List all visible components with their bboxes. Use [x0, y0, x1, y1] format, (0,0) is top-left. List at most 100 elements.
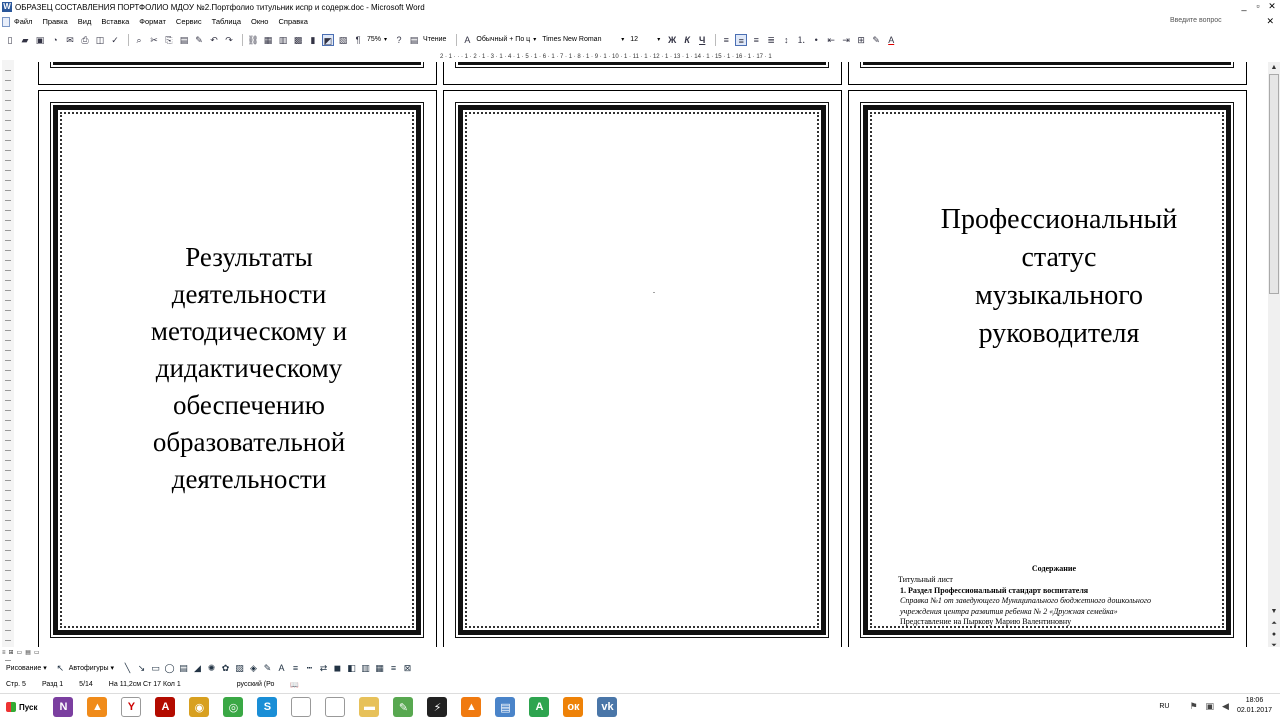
notes-icon[interactable]: ▤ [495, 697, 516, 717]
scroll-down-icon[interactable]: ▼ [1268, 606, 1280, 617]
reading-layout-icon[interactable]: ▤ [408, 34, 420, 46]
tables-borders-icon[interactable]: ▦ [262, 34, 274, 46]
menu-table[interactable]: Таблица [212, 17, 241, 26]
spelling-icon[interactable]: ✓ [109, 34, 121, 46]
arrow-icon[interactable]: ↘ [136, 663, 147, 674]
clipart-icon[interactable]: ✿ [220, 663, 231, 674]
align-objects-icon[interactable]: ≡ [388, 663, 399, 674]
avast-icon[interactable]: ▲ [87, 697, 108, 717]
network-icon[interactable]: ▣ [1206, 701, 1215, 712]
line-color-icon[interactable]: ✎ [262, 663, 273, 674]
textbox-link-icon[interactable]: ▥ [360, 663, 371, 674]
line-icon[interactable]: ╲ [122, 663, 133, 674]
help-search-input[interactable]: Введите вопрос [1170, 17, 1222, 24]
clock[interactable]: 18:06 02.01.2017 [1237, 696, 1272, 716]
font-color-icon[interactable]: A [276, 663, 287, 674]
email-icon[interactable]: ✉ [64, 34, 76, 46]
onenote-icon[interactable]: N [53, 697, 74, 717]
line-spacing-icon[interactable]: ↕ [780, 34, 792, 46]
wordart-icon[interactable]: ◢ [192, 663, 203, 674]
hyperlink-icon[interactable]: ⛓ [247, 34, 259, 46]
media-icon[interactable]: ◉ [189, 697, 210, 717]
shadow-icon[interactable]: ◼ [332, 663, 343, 674]
minimize-icon[interactable]: _ [1238, 1, 1250, 12]
web-view-icon[interactable]: ⊞ [9, 649, 14, 656]
styles-icon[interactable]: A [461, 34, 473, 46]
reading-view-icon[interactable]: ▭ [34, 649, 40, 656]
align-left-icon[interactable]: ≡ [720, 34, 732, 46]
bold-button[interactable]: Ж [666, 34, 678, 46]
vertical-scrollbar[interactable]: ▲ ▼ ⏶ ● ⏷ [1268, 62, 1280, 652]
scroll-up-icon[interactable]: ▲ [1268, 62, 1280, 73]
document-area[interactable]: Результаты деятельности методическому и … [16, 62, 1268, 652]
autoshapes-button[interactable]: Автофигуры ▾ [69, 664, 114, 672]
maximize-icon[interactable]: ▫ [1252, 1, 1264, 12]
decrease-indent-icon[interactable]: ⇤ [825, 34, 837, 46]
textbox-icon[interactable]: ▤ [178, 663, 189, 674]
document-icon[interactable] [2, 16, 10, 27]
borders-icon[interactable]: ⊞ [855, 34, 867, 46]
3d-icon[interactable]: ◧ [346, 663, 357, 674]
font-select[interactable]: Times New Roman ▾ [542, 36, 624, 43]
insert-excel-icon[interactable]: ▩ [292, 34, 304, 46]
menu-format[interactable]: Формат [139, 17, 166, 26]
fill-color-icon[interactable]: ◈ [248, 663, 259, 674]
folder-icon[interactable]: ▬ [359, 697, 380, 717]
scroll-thumb[interactable] [1269, 74, 1279, 294]
justify-icon[interactable]: ≣ [765, 34, 777, 46]
print-layout-icon[interactable]: ▭ [17, 649, 23, 656]
open-icon[interactable]: ▰ [19, 34, 31, 46]
underline-button[interactable]: Ч [696, 34, 708, 46]
copy-icon[interactable]: ⎘ [163, 34, 175, 46]
select-objects-icon[interactable]: ↖ [55, 663, 66, 674]
bullets-icon[interactable]: • [810, 34, 822, 46]
show-hide-paragraph-icon[interactable]: ¶ [352, 34, 364, 46]
save-icon[interactable]: ▣ [34, 34, 46, 46]
document2-icon[interactable] [325, 697, 346, 717]
status-language[interactable]: русский (Ро [237, 681, 275, 688]
rectangle-icon[interactable]: ▭ [150, 663, 161, 674]
redo-icon[interactable]: ↷ [223, 34, 235, 46]
language-indicator[interactable]: RU [1159, 703, 1169, 710]
insert-table-icon[interactable]: ▥ [277, 34, 289, 46]
vertical-ruler[interactable] [2, 60, 14, 661]
arrow-style-icon[interactable]: ⇄ [318, 663, 329, 674]
spelling-status-icon[interactable]: 📖 [290, 681, 299, 689]
menu-insert[interactable]: Вставка [101, 17, 129, 26]
adobe-a-icon[interactable]: A [529, 697, 550, 717]
drawing-menu-button[interactable]: Рисование ▾ [6, 664, 47, 672]
line-style-icon[interactable]: ≡ [290, 663, 301, 674]
picture-icon[interactable]: ▨ [234, 663, 245, 674]
notepad-icon[interactable]: ✎ [393, 697, 414, 717]
new-icon[interactable]: ▯ [4, 34, 16, 46]
winamp-icon[interactable]: ⚡ [427, 697, 448, 717]
wrap-icon[interactable]: ▦ [374, 663, 385, 674]
oval-icon[interactable]: ◯ [164, 663, 175, 674]
menu-help[interactable]: Справка [278, 17, 307, 26]
italic-button[interactable]: К [681, 34, 693, 46]
diagram-icon[interactable]: ✺ [206, 663, 217, 674]
numbering-icon[interactable]: ⒈ [795, 34, 807, 46]
outline-view-icon[interactable]: ▤ [25, 649, 31, 656]
align-right-icon[interactable]: ≡ [750, 34, 762, 46]
permission-icon[interactable]: ◔ [49, 34, 61, 46]
format-painter-icon[interactable]: ✎ [193, 34, 205, 46]
increase-indent-icon[interactable]: ⇥ [840, 34, 852, 46]
research-icon[interactable]: ⌕ [133, 34, 145, 46]
previous-page-icon[interactable]: ⏶ [1268, 618, 1280, 629]
document-map-icon[interactable]: ▧ [337, 34, 349, 46]
font-size-select[interactable]: 12 ▾ [630, 36, 660, 43]
print-preview-icon[interactable]: ◫ [94, 34, 106, 46]
document-icon[interactable] [291, 697, 312, 717]
close-icon[interactable]: ✕ [1266, 1, 1278, 12]
dash-style-icon[interactable]: ┅ [304, 663, 315, 674]
doc-close-icon[interactable]: ✕ [1266, 16, 1274, 27]
yandex-icon[interactable]: Y [121, 697, 142, 717]
print-icon[interactable]: ⎙ [79, 34, 91, 46]
canvas-icon[interactable]: ⊠ [402, 663, 413, 674]
browse-object-icon[interactable]: ● [1268, 629, 1280, 640]
menu-tools[interactable]: Сервис [176, 17, 202, 26]
style-select[interactable]: Обычный + По ц ▾ [476, 36, 536, 43]
flag-icon[interactable]: ⚑ [1189, 701, 1197, 712]
menu-window[interactable]: Окно [251, 17, 268, 26]
